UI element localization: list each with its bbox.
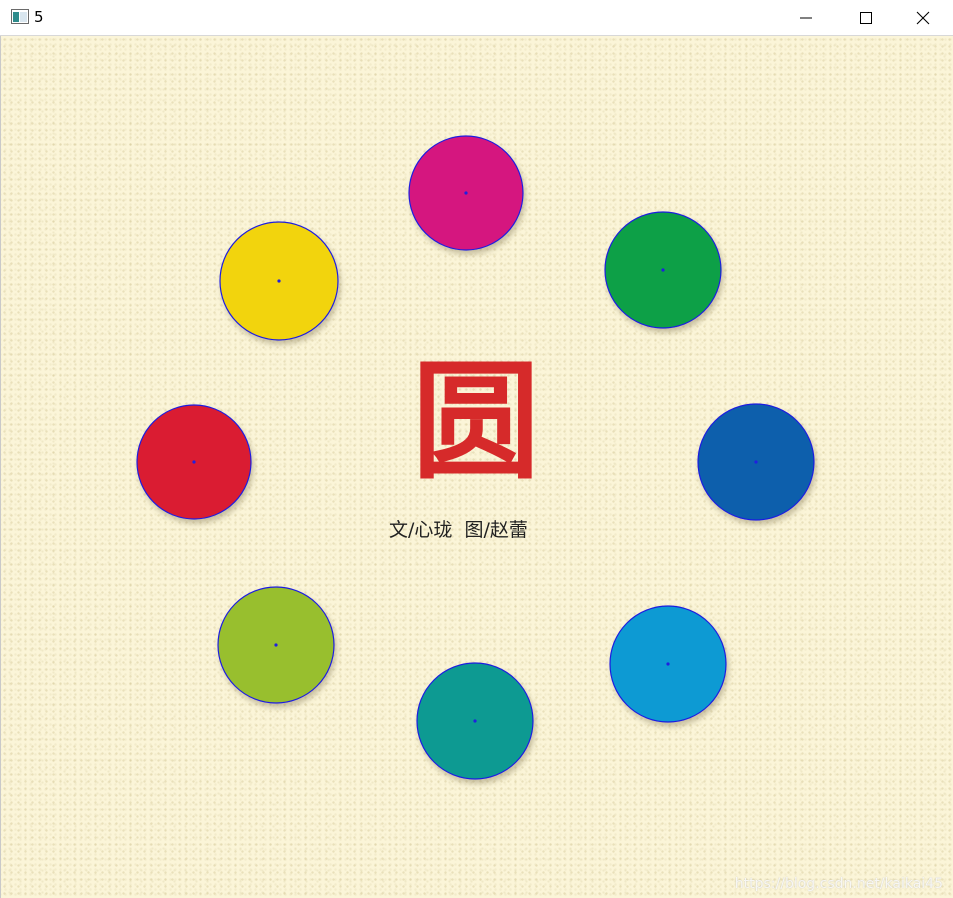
circle-teal-center-dot xyxy=(473,719,477,723)
minimize-button[interactable] xyxy=(783,0,829,35)
circle-green xyxy=(604,211,722,329)
circle-teal xyxy=(416,662,534,780)
watermark-text: https://blog.csdn.net/kaikai45 xyxy=(734,876,943,892)
close-icon xyxy=(916,11,930,24)
window-title: 5 xyxy=(34,8,44,26)
circle-blue-center-dot xyxy=(754,460,758,464)
image-canvas: 圆 文/心珑 图/赵蕾 https://blog.csdn.net/kaikai… xyxy=(0,36,953,898)
circle-red-center-dot xyxy=(192,460,196,464)
caption-text: 文/心珑 图/赵蕾 xyxy=(389,519,528,541)
title-bar: 5 xyxy=(0,0,953,36)
circle-blue xyxy=(697,403,815,521)
circle-yellow-green-center-dot xyxy=(274,643,278,647)
circle-yellow-green xyxy=(217,586,335,704)
circle-red xyxy=(136,404,252,520)
maximize-icon xyxy=(860,11,872,24)
circle-cyan xyxy=(609,605,727,723)
circle-green-center-dot xyxy=(661,268,665,272)
circle-cyan-center-dot xyxy=(666,662,670,666)
app-icon xyxy=(11,9,29,24)
circle-yellow xyxy=(219,221,339,341)
center-glyph: 圆 xyxy=(412,348,540,497)
close-button[interactable] xyxy=(900,0,946,35)
circle-yellow-center-dot xyxy=(277,279,281,283)
poster-graphic: 圆 xyxy=(136,135,815,780)
minimize-icon xyxy=(800,17,812,18)
circle-magenta-center-dot xyxy=(464,191,468,195)
circle-magenta xyxy=(408,135,524,251)
maximize-button[interactable] xyxy=(843,0,889,35)
